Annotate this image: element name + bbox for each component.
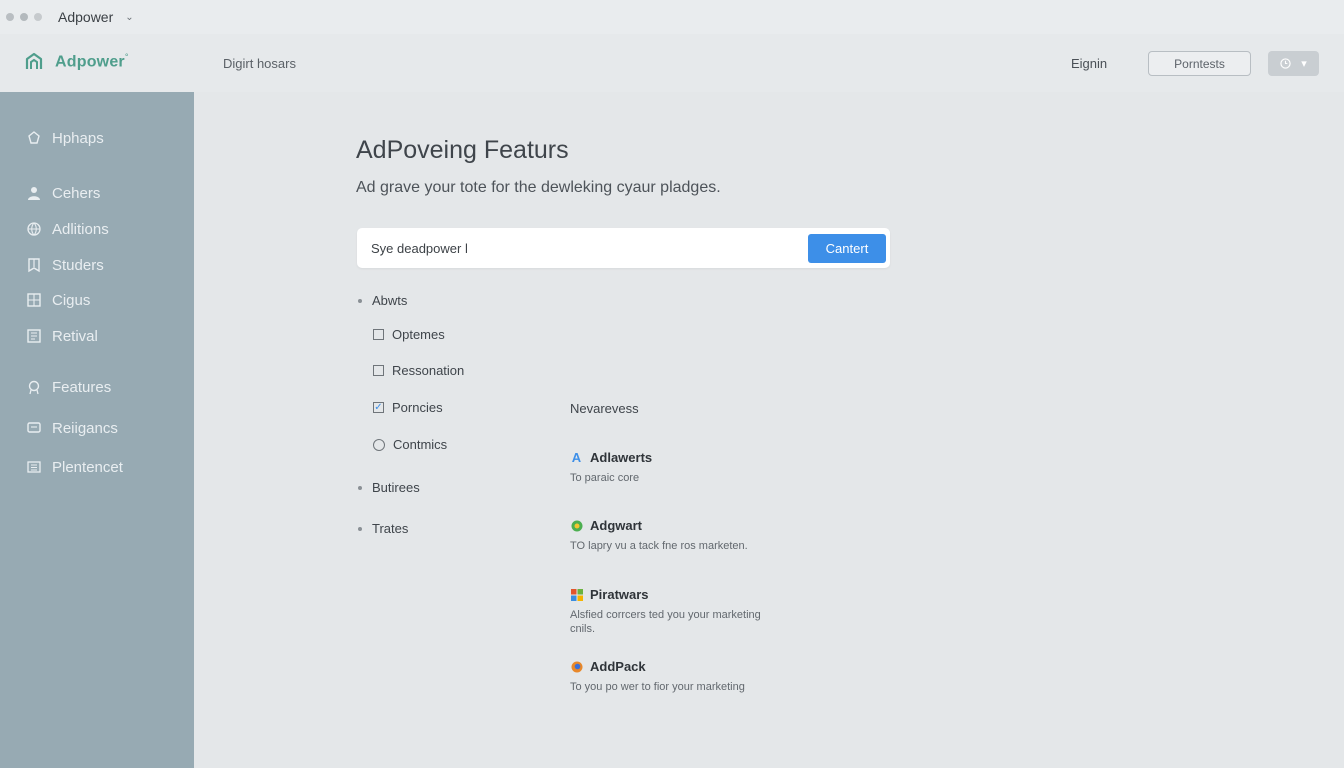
option-group-butirees[interactable]: Butirees <box>358 480 420 495</box>
news-item-desc: TO lapry vu a tack fne ros marketen. <box>570 540 748 552</box>
header-nav-link[interactable]: Digirt hosars <box>223 56 296 71</box>
news-item-title: Piratwars <box>590 587 649 602</box>
option-group-trates[interactable]: Trates <box>358 521 408 536</box>
minimize-window-icon[interactable] <box>20 13 28 21</box>
sidebar-item-label: Adlitions <box>52 220 109 238</box>
bullet-icon <box>358 526 362 531</box>
sidebar-item-hphaps[interactable]: Hphaps <box>26 128 104 148</box>
sidebar-item-plentencet[interactable]: Plentencet <box>26 457 123 477</box>
close-window-icon[interactable] <box>6 13 14 21</box>
news-item-title: AddPack <box>590 659 646 674</box>
chat-icon <box>27 422 41 433</box>
bullet-icon <box>358 485 362 490</box>
document-icon <box>27 329 41 343</box>
sidebar-item-label: Features <box>52 378 112 396</box>
sidebar-item-studers[interactable]: Studers <box>26 255 104 275</box>
bookmark-icon <box>28 258 40 273</box>
radio-icon[interactable] <box>373 438 385 451</box>
letter-a-icon: A <box>571 450 582 465</box>
window-controls[interactable] <box>6 13 42 21</box>
header-button[interactable]: Porntests <box>1148 51 1251 76</box>
green-leaf-icon <box>570 519 583 532</box>
sidebar-item-label: Cehers <box>52 184 101 202</box>
sidebar-item-label: Retival <box>52 327 98 345</box>
news-item-desc: Alsfied corrcers ted you your marketing … <box>570 609 761 635</box>
chevron-down-icon: ▾ <box>1301 58 1307 70</box>
sidebar-item-retival[interactable]: Retival <box>26 326 98 346</box>
news-item-title: Adlawerts <box>590 450 653 465</box>
header-menu-pill[interactable]: ▾ <box>1268 51 1319 76</box>
window-title: Adpower <box>58 9 114 25</box>
checkbox-porncies[interactable]: ✓ Porncies <box>373 400 443 415</box>
option-group-label: Trates <box>372 521 409 536</box>
clock-icon <box>1280 58 1291 69</box>
search-input[interactable] <box>371 238 791 258</box>
sidebar-item-label: Reiigancs <box>52 419 118 437</box>
option-group-label: Abwts <box>372 293 408 308</box>
sidebar-item-label: Hphaps <box>52 129 104 147</box>
news-item[interactable]: Adgwart TO lapry vu a tack fne ros marke… <box>570 518 770 553</box>
firefox-icon <box>570 660 583 673</box>
list-icon <box>27 461 41 473</box>
news-item-desc: To paraic core <box>570 472 640 484</box>
checkbox-ressonation[interactable]: Ressonation <box>373 363 464 378</box>
news-item-title: Adgwart <box>590 518 642 533</box>
option-group-label: Butirees <box>372 480 420 495</box>
app-header: Adpower° Digirt hosars Eignin Porntests … <box>0 34 1344 92</box>
app-logo[interactable]: Adpower° <box>24 52 129 72</box>
globe-icon <box>27 222 41 236</box>
badge-icon <box>28 380 40 395</box>
user-icon <box>28 187 40 200</box>
checkbox-label: Optemes <box>392 327 445 342</box>
news-item[interactable]: A Adlawerts To paraic core <box>570 450 770 485</box>
checkbox-optemes[interactable]: Optemes <box>373 327 445 342</box>
option-group-abwts[interactable]: Abwts <box>358 293 407 308</box>
radio-contmics[interactable]: Contmics <box>373 437 447 452</box>
news-item[interactable]: AddPack To you po wer to fior your marke… <box>570 659 770 694</box>
gear-icon <box>28 131 40 144</box>
logo-text: Adpower° <box>55 52 129 71</box>
logo-icon <box>25 52 43 69</box>
radio-label: Contmics <box>393 437 448 452</box>
sidebar: Hphaps Cehers Adlitions Studers Cigus Re… <box>0 92 194 768</box>
signin-link[interactable]: Eignin <box>1071 56 1107 71</box>
news-item-desc: To you po wer to fior your marketing <box>570 681 745 693</box>
chevron-down-icon[interactable]: ⌄ <box>125 12 133 23</box>
windows-icon <box>570 588 583 601</box>
window-titlebar: Adpower ⌄ <box>0 0 1344 34</box>
sidebar-item-cigus[interactable]: Cigus <box>26 290 90 310</box>
news-item[interactable]: Piratwars Alsfied corrcers ted you your … <box>570 587 770 636</box>
checkbox-checked-icon[interactable]: ✓ <box>373 402 384 413</box>
checkbox-label: Porncies <box>392 400 443 415</box>
sidebar-item-label: Cigus <box>52 291 91 309</box>
checkbox-icon[interactable] <box>373 329 384 340</box>
sidebar-item-label: Studers <box>52 256 104 274</box>
checkbox-label: Ressonation <box>392 363 465 378</box>
page-subtitle: Ad grave your tote for the dewleking cya… <box>356 179 721 196</box>
news-heading: Nevarevess <box>570 401 639 416</box>
checkbox-icon[interactable] <box>373 365 384 376</box>
sidebar-item-features[interactable]: Features <box>26 377 111 397</box>
bullet-icon <box>358 298 362 303</box>
sidebar-item-cehers[interactable]: Cehers <box>26 183 100 203</box>
page-title: AdPoveing Featurs <box>356 136 569 164</box>
sidebar-item-label: Plentencet <box>52 458 123 476</box>
zoom-window-icon[interactable] <box>34 13 42 21</box>
search-button[interactable]: Cantert <box>808 234 886 263</box>
sidebar-item-reiigancs[interactable]: Reiigancs <box>26 418 118 438</box>
search-bar: Cantert <box>357 228 890 268</box>
sidebar-item-adlitions[interactable]: Adlitions <box>26 219 109 239</box>
grid-icon <box>27 293 41 307</box>
